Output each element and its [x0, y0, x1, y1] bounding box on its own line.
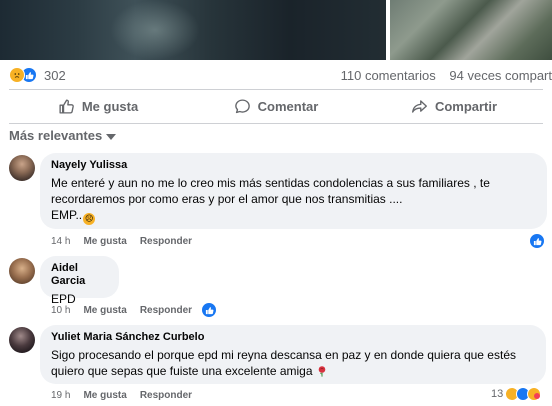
comment-text-fragment: EMP.. [51, 208, 83, 222]
comment-reply-button[interactable]: Responder [140, 236, 192, 247]
comment-text: Me enteré y aun no me lo creo mis más se… [51, 175, 536, 225]
reaction-count[interactable]: 302 [44, 68, 66, 83]
avatar[interactable] [9, 327, 35, 353]
comment-bubble-icon [234, 98, 250, 113]
comment-like-button[interactable]: Me gusta [83, 305, 126, 316]
post-image-secondary[interactable] [390, 0, 552, 60]
post-media[interactable] [0, 0, 552, 60]
comment-button-label: Comentar [257, 98, 319, 114]
comment-button[interactable]: Comentar [187, 92, 365, 120]
comment-text-line-last: EMP.. ☹ [51, 207, 536, 225]
share-button[interactable]: Compartir [365, 92, 543, 120]
care-reaction-icon [527, 387, 542, 401]
comment-author[interactable]: Nayely Yulissa [51, 159, 536, 172]
caret-down-icon [106, 133, 117, 140]
shares-count-link[interactable]: 94 veces compart [449, 68, 552, 83]
comment-text-line: recordaremos por como eras y por el amor… [51, 192, 403, 206]
comment-reaction-count: 13 [491, 388, 504, 400]
comment-bubble: Yuliet Maria Sánchez Curbelo Sigo proces… [40, 325, 546, 384]
like-button-label: Me gusta [81, 98, 139, 114]
avatar[interactable] [9, 155, 35, 181]
divider-top [9, 89, 543, 90]
divider-bottom [9, 123, 543, 124]
comment-bubble: Nayely Yulissa Me enteré y aun no me lo … [40, 153, 547, 229]
comment-text-line: Me enteré y aun no me lo creo mis más se… [51, 176, 490, 190]
comment-like-reaction-icon[interactable] [201, 302, 217, 318]
comments-count-link[interactable]: 110 comentarios [341, 68, 436, 83]
comment-reaction-summary[interactable]: 13 [491, 387, 542, 401]
comment-meta: 14 h Me gusta Responder [51, 236, 192, 247]
reaction-icons[interactable] [9, 67, 37, 83]
comment-text-line: Sigo procesando el porque epd mi reyna d… [51, 348, 516, 362]
comment-text-fragment: quiero que sepas que fuiste una excelent… [51, 364, 313, 378]
comment-text-line-last: quiero que sepas que fuiste una excelent… [51, 363, 535, 379]
share-arrow-icon [411, 99, 427, 113]
comment-like-button[interactable]: Me gusta [83, 236, 126, 247]
share-button-label: Compartir [434, 98, 498, 114]
like-button[interactable]: Me gusta [9, 92, 187, 120]
comment-reply-button[interactable]: Responder [140, 305, 192, 316]
comment-reply-button[interactable]: Responder [140, 390, 192, 401]
comment-meta: 19 h Me gusta Responder [51, 390, 192, 401]
comment-author[interactable]: Yuliet Maria Sánchez Curbelo [51, 331, 535, 344]
post-image-main[interactable] [0, 0, 386, 60]
comment-like-reaction-icon[interactable] [529, 233, 545, 249]
comment-sort-label: Más relevantes [9, 128, 103, 143]
comment-author[interactable]: Aidel Garcia [51, 262, 108, 288]
thumbs-up-icon [59, 98, 74, 114]
post-action-bar: Me gusta Comentar Compartir [9, 92, 543, 120]
sad-emoji-icon: ☹ [83, 213, 96, 225]
post-stats: 110 comentarios 94 veces compart [331, 68, 552, 83]
comment-time[interactable]: 10 h [51, 305, 70, 316]
comment-text: Sigo procesando el porque epd mi reyna d… [51, 347, 535, 379]
reactions-summary: 302 110 comentarios 94 veces compart [0, 62, 552, 88]
comment-like-button[interactable]: Me gusta [83, 390, 126, 401]
comment-time[interactable]: 14 h [51, 236, 70, 247]
comment-time[interactable]: 19 h [51, 390, 70, 401]
avatar[interactable] [9, 258, 35, 284]
comment-sort-dropdown[interactable]: Más relevantes [9, 128, 117, 143]
rose-emoji-icon [318, 366, 325, 377]
sad-reaction-icon [9, 67, 25, 83]
comment-bubble: Aidel Garcia EPD [40, 256, 119, 306]
comment-meta: 10 h Me gusta Responder [51, 305, 192, 316]
